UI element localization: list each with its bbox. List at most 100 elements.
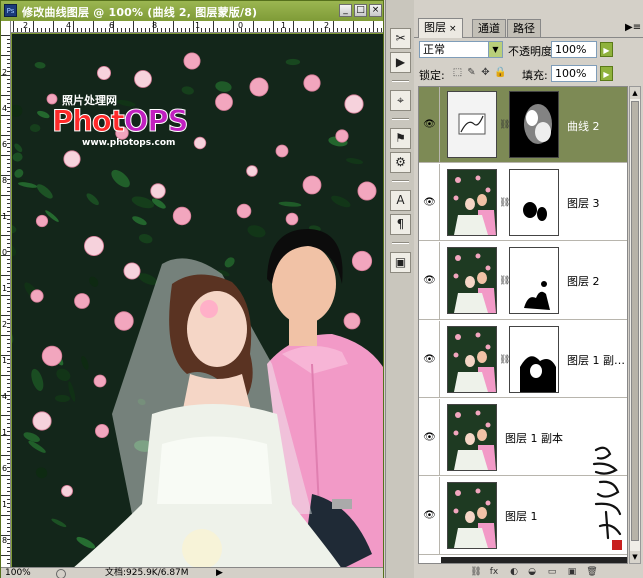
status-menu-arrow-icon[interactable]: ▶ [216, 568, 223, 578]
ruler-label: 6 [109, 21, 115, 30]
tool-button-4[interactable]: ⚑ [390, 128, 411, 149]
tab-layers[interactable]: 图层 × [418, 18, 463, 38]
blend-mode-select[interactable]: 正常 ▼ [419, 41, 503, 58]
tool-button-3[interactable]: ⌖ [390, 90, 411, 111]
ruler-tick [7, 151, 10, 152]
ruler-tick [217, 28, 218, 32]
scroll-thumb[interactable] [631, 101, 639, 541]
minimize-icon[interactable]: _ [339, 4, 352, 17]
maximize-icon[interactable]: □ [354, 4, 367, 17]
delete-layer-icon[interactable]: 🗑 [586, 566, 598, 578]
layer-row-layer-2[interactable]: 👁 ⛓ 图层 2 [419, 242, 627, 320]
layer-name: 图层 1 [505, 510, 538, 523]
ruler-tick [7, 59, 10, 60]
ruler-tick [1, 555, 10, 556]
opacity-slider-arrow-icon[interactable]: ▶ [600, 42, 613, 57]
ruler-tick [7, 523, 10, 524]
scroll-up-icon[interactable]: ▲ [630, 87, 640, 99]
tab-channels[interactable]: 通道 [472, 19, 506, 37]
document-title-bar[interactable]: Ps 修改曲线图层 @ 100% (曲线 2, 图层蒙版/8) _ □ × [1, 1, 383, 21]
ruler-label: 1 [2, 356, 8, 365]
visibility-eye-icon[interactable]: 👁 [421, 194, 438, 211]
chevron-down-icon[interactable]: ▼ [488, 42, 502, 57]
ruler-tick [7, 367, 10, 368]
ruler-label: 1 [195, 21, 201, 30]
ruler-tick [7, 223, 10, 224]
lock-all-icon[interactable]: 🔒 [494, 67, 506, 78]
ruler-tick [193, 21, 194, 32]
new-adjustment-layer-icon[interactable]: ◒ [526, 566, 538, 578]
ruler-tick [7, 51, 10, 52]
layer-mask-thumbnail[interactable] [509, 326, 559, 393]
ruler-tick [7, 131, 10, 132]
link-layers-icon[interactable]: ⛓ [470, 566, 482, 578]
add-mask-icon[interactable]: ◐ [508, 566, 520, 578]
layer-row-curves-2[interactable]: 👁 ⛓ 曲线 2 [419, 87, 627, 163]
mask-link-icon[interactable]: ⛓ [499, 119, 510, 131]
mask-link-icon[interactable]: ⛓ [499, 197, 510, 209]
photo-thumbnail-glyph [448, 327, 496, 392]
photo-canvas[interactable]: 照片处理网 PhotOPS www.photops.com [12, 34, 383, 569]
status-info-icon[interactable] [56, 569, 66, 578]
horizontal-ruler: 24681012 [11, 21, 383, 33]
mask-link-icon[interactable]: ⛓ [499, 354, 510, 366]
new-layer-icon[interactable]: ▣ [566, 566, 578, 578]
layer-row-layer-1-copy-2[interactable]: 👁 ⛓ 图层 1 副… [419, 321, 627, 398]
ruler-tick [253, 21, 254, 32]
layer-mask-thumbnail[interactable] [509, 91, 559, 158]
fill-field[interactable]: 100% [551, 65, 597, 82]
ruler-tick [53, 21, 54, 32]
tab-paths[interactable]: 路径 [507, 19, 541, 37]
blend-row: 正常 ▼ 不透明度: 100% ▶ [414, 40, 643, 60]
new-group-icon[interactable]: ▭ [546, 566, 558, 578]
visibility-eye-icon[interactable]: 👁 [421, 272, 438, 289]
ruler-tick [7, 443, 10, 444]
close-icon[interactable]: × [369, 4, 382, 17]
close-tab-icon[interactable]: × [449, 24, 457, 34]
layer-mask-thumbnail[interactable] [509, 247, 559, 314]
zoom-level[interactable]: 100% [5, 568, 31, 578]
lock-position-icon[interactable]: ✥ [480, 67, 491, 78]
lock-label: 锁定: [419, 69, 445, 82]
mask-glyph [520, 356, 556, 392]
scroll-down-icon[interactable]: ▼ [630, 551, 640, 563]
layer-mask-thumbnail[interactable] [509, 169, 559, 236]
tool-button-6[interactable]: A [390, 190, 411, 211]
lock-transparency-icon[interactable]: ⬚ [452, 67, 463, 78]
ruler-tick [105, 28, 106, 32]
document-title: 修改曲线图层 @ 100% (曲线 2, 图层蒙版/8) [22, 6, 258, 19]
ruler-tick [7, 119, 10, 120]
lock-image-icon[interactable]: ✎ [466, 67, 477, 78]
opacity-field[interactable]: 100% [551, 41, 597, 58]
ruler-tick [161, 28, 162, 32]
ruler-tick [205, 28, 206, 32]
ruler-tick [7, 123, 10, 124]
layer-style-icon[interactable]: fx [488, 566, 500, 578]
tool-button-5[interactable]: ⚙ [390, 152, 411, 173]
visibility-eye-icon[interactable]: 👁 [421, 351, 438, 368]
visibility-eye-icon[interactable]: 👁 [421, 507, 438, 524]
tool-button-1[interactable]: ✂ [390, 28, 411, 49]
visibility-eye-icon[interactable]: 👁 [421, 116, 438, 133]
ruler-tick [1, 415, 10, 416]
ruler-tick [7, 459, 10, 460]
blend-mode-value: 正常 [423, 43, 445, 56]
ruler-tick [345, 28, 346, 32]
tool-button-7[interactable]: ¶ [390, 214, 411, 235]
ruler-tick [7, 359, 10, 360]
tool-button-8[interactable]: ▣ [390, 252, 411, 273]
row-divider [439, 164, 440, 241]
ruler-tick [7, 327, 10, 328]
ruler-tick [7, 307, 10, 308]
ruler-tick [169, 28, 170, 32]
mask-link-icon[interactable]: ⛓ [499, 275, 510, 287]
visibility-eye-icon[interactable]: 👁 [421, 429, 438, 446]
ruler-tick [377, 28, 378, 32]
layer-row-layer-3[interactable]: 👁 ⛓ 图层 3 [419, 164, 627, 241]
tool-button-2[interactable]: ▶ [390, 52, 411, 73]
ruler-tick [7, 191, 10, 192]
ruler-tick [7, 311, 10, 312]
ruler-tick [181, 28, 182, 32]
fill-slider-arrow-icon[interactable]: ▶ [600, 66, 613, 81]
panel-menu-icon[interactable]: ▶≡ [625, 21, 641, 35]
